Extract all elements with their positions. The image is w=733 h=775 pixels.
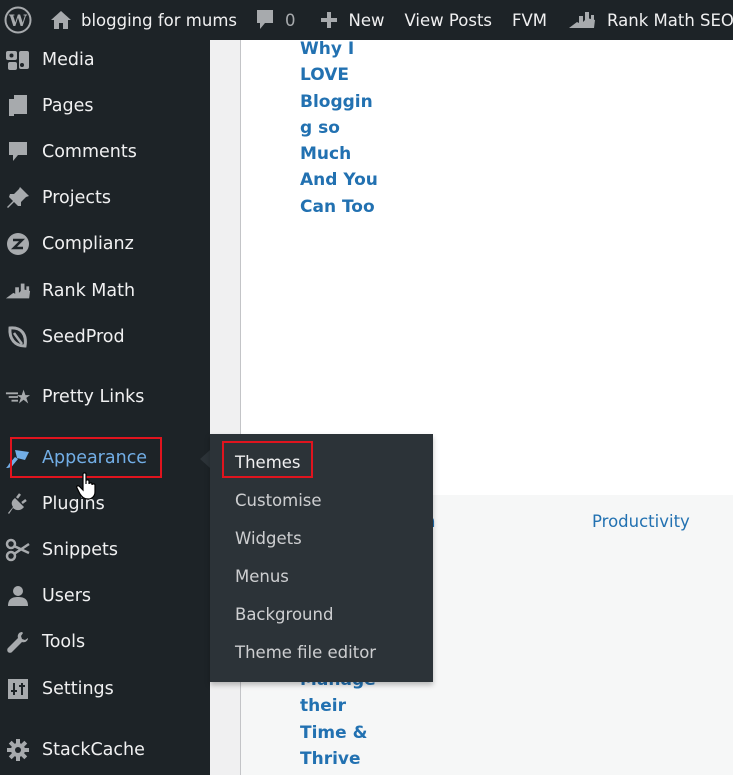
plugin-icon [5,491,31,517]
sidebar-item-stackcache[interactable]: StackCache [0,732,210,768]
appearance-submenu: Themes Customise Widgets Menus Backgroun… [210,434,433,682]
sidebar-item-pretty-links[interactable]: Pretty Links [0,379,210,415]
sidebar-item-snippets[interactable]: Snippets [0,532,210,568]
sidebar-item-label: Appearance [42,448,148,468]
site-name: blogging for mums [81,10,237,30]
sidebar-item-label: Pages [42,96,94,116]
admin-bar: W blogging for mums 0 New View Posts FVM… [0,0,733,40]
plus-icon [320,11,338,29]
submenu-item-widgets[interactable]: Widgets [235,523,302,553]
post-title-line: Thrive [300,748,361,769]
wordpress-logo-icon: W [4,6,32,34]
sidebar-item-label: Snippets [42,540,119,560]
sidebar-item-tools[interactable]: Tools [0,624,210,660]
submenu-item-theme-file-editor[interactable]: Theme file editor [235,637,376,667]
settings-icon [5,676,31,702]
new-label: New [348,10,385,30]
submenu-item-background[interactable]: Background [235,599,333,629]
new-content-button[interactable]: New [320,0,385,40]
sidebar-item-label: SeedProd [42,327,125,347]
sidebar-item-appearance[interactable]: Appearance [0,440,210,476]
wordpress-logo-button[interactable]: W [4,0,32,40]
scissors-icon [5,537,31,563]
complianz-icon [5,231,31,257]
sidebar-item-label: Comments [42,142,137,162]
comments-icon [5,139,31,165]
category-link-productivity[interactable]: Productivity [592,512,690,531]
view-posts-link[interactable]: View Posts [405,0,493,40]
fvm-link[interactable]: FVM [512,0,547,40]
post-title-line: Can Too [300,196,375,217]
posts-panel: Why I LOVE Bloggin g so Much And You Can… [240,39,733,495]
sidebar-item-rank-math[interactable]: Rank Math [0,273,210,309]
sidebar-item-users[interactable]: Users [0,578,210,614]
submenu-pointer [200,450,210,468]
sidebar-item-seedprod[interactable]: SeedProd [0,319,210,355]
home-icon [50,10,72,30]
post-title-line: g so [300,117,340,138]
seedprod-icon [5,324,31,350]
sidebar-item-label: Settings [42,679,114,699]
sidebar-item-comments[interactable]: Comments [0,134,210,170]
sidebar-item-projects[interactable]: Projects [0,180,210,216]
post-title-link[interactable]: Why I LOVE Bloggin g so Much And You Can… [300,36,380,220]
paintbrush-icon [5,445,31,471]
sidebar-item-complianz[interactable]: Complianz [0,226,210,262]
sidebar-item-label: StackCache [42,740,145,760]
comments-count: 0 [285,10,296,30]
sidebar-item-plugins[interactable]: Plugins [0,486,210,522]
sidebar-item-label: Pretty Links [42,387,145,407]
post-title-link[interactable]: Manage their Time & Thrive [300,667,380,772]
sidebar-item-label: Tools [42,632,86,652]
submenu-item-customise[interactable]: Customise [235,485,322,515]
svg-text:W: W [8,11,28,30]
site-name-link[interactable]: blogging for mums [50,0,237,40]
comments-link[interactable]: 0 [255,0,296,40]
user-icon [5,583,31,609]
media-icon [5,47,31,73]
rank-math-seo-label: Rank Math SEO [607,10,733,30]
post-title-line: And You [300,170,378,191]
submenu-item-menus[interactable]: Menus [235,561,289,591]
sidebar-item-settings[interactable]: Settings [0,671,210,707]
pages-icon [5,93,31,119]
sidebar-item-pages[interactable]: Pages [0,88,210,124]
rank-math-icon [567,10,597,30]
sidebar-item-label: Media [42,50,95,70]
comment-bubble-icon [255,9,275,31]
post-title-line: LOVE [300,65,349,86]
hand-cursor-icon [76,472,100,500]
submenu-item-themes[interactable]: Themes [235,447,301,477]
gear-icon [5,737,31,763]
pretty-links-icon [5,384,31,410]
rank-math-seo-link[interactable]: Rank Math SEO [567,0,733,40]
post-title-line: Bloggin [300,91,373,112]
pin-icon [5,185,31,211]
sidebar-item-label: Projects [42,188,111,208]
wrench-icon [5,629,31,655]
sidebar-item-label: Complianz [42,234,134,254]
sidebar-item-label: Users [42,586,92,606]
sidebar-item-media[interactable]: Media [0,42,210,78]
rank-math-icon [5,278,31,304]
post-title-line: Much [300,144,352,165]
post-title-line: their [300,696,346,717]
post-title-line: Time & [300,722,368,743]
sidebar-item-label: Rank Math [42,281,136,301]
admin-sidebar: Media Pages Comments Projects Complianz … [0,40,210,775]
